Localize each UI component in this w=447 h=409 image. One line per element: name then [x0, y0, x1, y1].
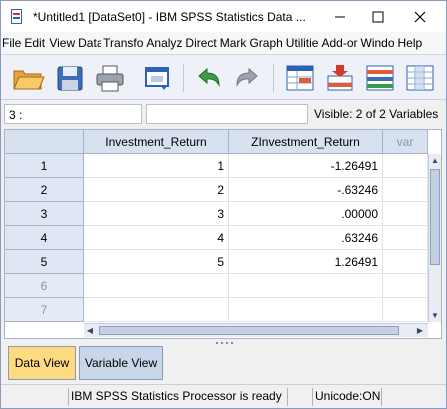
minimize-icon — [335, 16, 345, 17]
menu-help[interactable]: Help — [397, 36, 423, 50]
cell-editor-row: 3 : Visible: 2 of 2 Variables — [1, 101, 446, 127]
menu-graphs[interactable]: Graph — [248, 36, 283, 50]
grid-corner[interactable] — [5, 130, 84, 154]
insert-cases-button[interactable] — [323, 62, 357, 94]
tab-data-view[interactable]: Data View — [8, 346, 76, 380]
close-button[interactable] — [401, 1, 439, 32]
open-folder-icon — [13, 70, 45, 90]
close-icon — [414, 11, 426, 22]
table-cell[interactable]: .63246 — [229, 226, 383, 250]
maximize-icon — [372, 11, 384, 22]
toolbar — [1, 54, 446, 100]
data-grid: Investment_Return ZInvestment_Return var… — [4, 129, 442, 339]
processor-status: IBM SPSS Statistics Processor is ready — [68, 388, 288, 406]
table-cell[interactable]: 2 — [84, 178, 229, 202]
maximize-button[interactable] — [359, 1, 397, 32]
row-header[interactable]: 4 — [5, 226, 84, 250]
minimize-button[interactable] — [321, 1, 359, 32]
variables-icon — [366, 65, 394, 91]
tab-variable-view[interactable]: Variable View — [79, 346, 163, 380]
menu-utilities[interactable]: Utilitie — [285, 36, 320, 50]
menu-edit[interactable]: Edit — [23, 36, 47, 50]
table-cell[interactable] — [229, 298, 383, 322]
toolbar-separator — [273, 64, 274, 92]
row-header[interactable]: 3 — [5, 202, 84, 226]
go-to-case-button[interactable] — [283, 62, 317, 94]
go-to-case-icon — [286, 65, 314, 91]
print-button[interactable] — [93, 62, 127, 94]
vertical-scroll-thumb[interactable] — [430, 169, 440, 265]
table-cell[interactable] — [383, 298, 428, 322]
scroll-right-icon[interactable]: ▶ — [414, 324, 426, 337]
column-header-investment-return[interactable]: Investment_Return — [84, 130, 229, 154]
table-cell[interactable] — [383, 154, 428, 178]
spss-data-editor-window: *Untitled1 [DataSet0] - IBM SPSS Statist… — [0, 0, 447, 409]
table-cell[interactable] — [383, 178, 428, 202]
table-cell[interactable] — [383, 250, 428, 274]
table-cell[interactable]: 1 — [84, 154, 229, 178]
table-cell[interactable] — [383, 226, 428, 250]
undo-button[interactable] — [191, 62, 225, 94]
menu-transform[interactable]: Transfo — [102, 36, 144, 50]
table-cell[interactable] — [383, 274, 428, 298]
title-bar: *Untitled1 [DataSet0] - IBM SPSS Statist… — [1, 1, 446, 32]
column-header-zinvestment-return[interactable]: ZInvestment_Return — [229, 130, 383, 154]
table-cell[interactable]: 3 — [84, 202, 229, 226]
table-cell[interactable] — [84, 298, 229, 322]
cell-value-input[interactable] — [146, 104, 308, 124]
table-cell[interactable]: 4 — [84, 226, 229, 250]
table-cell[interactable]: -1.26491 — [229, 154, 383, 178]
table-cell[interactable]: 5 — [84, 250, 229, 274]
variables-button[interactable] — [363, 62, 397, 94]
toolbar-separator — [183, 64, 184, 92]
horizontal-scrollbar[interactable]: ◀ ▶ — [84, 323, 428, 337]
row-header[interactable]: 5 — [5, 250, 84, 274]
menu-analyze[interactable]: Analyz — [145, 36, 183, 50]
grid-button[interactable] — [403, 62, 437, 94]
grid-icon — [406, 65, 434, 91]
table-cell[interactable] — [229, 274, 383, 298]
table-cell[interactable]: -.63246 — [229, 178, 383, 202]
column-header-var[interactable]: var — [383, 130, 428, 154]
scroll-left-icon[interactable]: ◀ — [84, 324, 96, 337]
menu-marketing[interactable]: Mark — [219, 36, 248, 50]
view-tab-bar: Data View Variable View — [1, 345, 446, 383]
scroll-up-icon[interactable]: ▲ — [429, 154, 441, 166]
horizontal-scroll-thumb[interactable] — [99, 326, 399, 335]
row-header[interactable]: 1 — [5, 154, 84, 178]
save-button[interactable] — [53, 62, 87, 94]
table-cell[interactable]: .00000 — [229, 202, 383, 226]
row-header[interactable]: 2 — [5, 178, 84, 202]
menu-view[interactable]: View — [48, 36, 76, 50]
cell-reference-box: 3 : — [4, 104, 142, 124]
table-cell[interactable] — [84, 274, 229, 298]
redo-button[interactable] — [231, 62, 265, 94]
row-header[interactable]: 7 — [5, 298, 84, 322]
spss-app-icon[interactable] — [9, 8, 25, 25]
table-cell[interactable]: 1.26491 — [229, 250, 383, 274]
insert-cases-icon — [327, 65, 353, 91]
visible-variables-label: Visible: 2 of 2 Variables — [314, 107, 439, 121]
menu-add-ons[interactable]: Add-or — [320, 36, 358, 50]
print-icon — [96, 65, 124, 92]
menu-data[interactable]: Data — [77, 36, 101, 50]
open-folder-button[interactable] — [11, 62, 45, 94]
save-icon — [57, 66, 83, 91]
table-cell[interactable] — [383, 202, 428, 226]
unicode-status: Unicode:ON — [312, 388, 382, 406]
row-header[interactable]: 6 — [5, 274, 84, 298]
menu-bar: File Edit View Data Transfo Analyz Direc… — [1, 32, 446, 54]
vertical-scrollbar[interactable]: ▲ ▼ — [428, 154, 441, 322]
scroll-down-icon[interactable]: ▼ — [429, 309, 441, 321]
dialog-recall-button[interactable] — [141, 62, 175, 94]
menu-direct-marketing[interactable]: Direct — [184, 36, 217, 50]
redo-icon — [236, 67, 258, 87]
status-bar: IBM SPSS Statistics Processor is ready U… — [1, 384, 446, 408]
undo-icon — [198, 67, 220, 87]
menu-file[interactable]: File — [1, 36, 22, 50]
window-title: *Untitled1 [DataSet0] - IBM SPSS Statist… — [33, 9, 306, 24]
menu-window[interactable]: Windo — [360, 36, 396, 50]
dialog-recall-icon — [145, 67, 169, 90]
